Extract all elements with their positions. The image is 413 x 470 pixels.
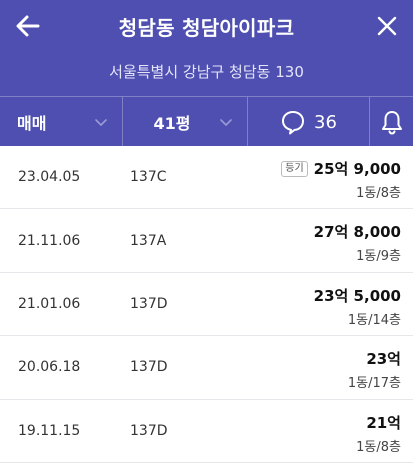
page-title: 청담동 청담아이파크 (118, 16, 295, 40)
building-floor: 1동/8층 (356, 186, 401, 201)
trade-date: 23.04.05 (18, 169, 81, 186)
chevron-down-icon (220, 119, 232, 126)
table-row[interactable]: 19.11.15 137D 21억 1동/8층 (0, 400, 413, 463)
trade-date: 21.01.06 (18, 295, 81, 312)
unit-type: 137C (130, 169, 167, 186)
price-block: 23억 1동/17층 (348, 348, 401, 391)
building-floor: 1동/9층 (356, 249, 401, 265)
table-row[interactable]: 21.11.06 137A 27억 8,000 1동/9층 (0, 209, 413, 273)
trade-price: 23억 5,000 (313, 286, 401, 305)
trade-type-select[interactable]: 매매 (0, 97, 123, 147)
trade-price: 23억 (366, 350, 401, 369)
trade-date: 21.11.06 (18, 232, 81, 249)
table-row[interactable]: 21.01.06 137D 23억 5,000 1동/14층 (0, 273, 413, 337)
building-floor: 1동/8층 (356, 439, 401, 455)
filter-bar: 매매 41평 36 (0, 96, 413, 147)
unit-type: 137D (130, 295, 168, 312)
trade-price: 25억 9,000 (313, 160, 401, 178)
trade-price: 21억 (366, 413, 401, 432)
speech-bubble-icon (282, 111, 305, 135)
comment-count: 36 (314, 111, 337, 133)
top-bar: 청담동 청담아이파크 (0, 0, 413, 52)
unit-type: 137D (130, 359, 168, 376)
trade-price: 27억 8,000 (313, 223, 401, 242)
price-block: 21억 1동/8층 (356, 412, 401, 455)
unit-type: 137A (130, 232, 167, 249)
notification-button[interactable] (370, 97, 413, 147)
table-row[interactable]: 23.04.05 137C 등기 25억 9,000 1동/8층 (0, 146, 413, 210)
registered-badge: 등기 (281, 160, 308, 177)
comments-button[interactable]: 36 (248, 97, 370, 147)
trade-type-label: 매매 (17, 114, 47, 133)
unit-type: 137D (130, 422, 168, 439)
price-block: 27억 8,000 1동/9층 (314, 221, 401, 264)
bell-icon (381, 111, 402, 135)
price-block: 23억 5,000 1동/14층 (314, 285, 401, 328)
header: 청담동 청담아이파크 서울특별시 강남구 청담동 130 매매 41평 36 (0, 0, 413, 147)
size-label: 41평 (153, 114, 191, 133)
table-row[interactable]: 20.06.18 137D 23억 1동/17층 (0, 336, 413, 400)
close-button[interactable] (369, 8, 405, 44)
address: 서울특별시 강남구 청담동 130 (109, 63, 304, 81)
size-select[interactable]: 41평 (123, 97, 248, 147)
building-floor: 1동/17층 (347, 376, 401, 392)
trade-date: 19.11.15 (18, 422, 81, 439)
close-icon (377, 16, 397, 36)
price-block: 등기 25억 9,000 1동/8층 (281, 158, 401, 201)
transaction-list: 23.04.05 137C 등기 25억 9,000 1동/8층 21.11.0… (0, 146, 413, 463)
building-floor: 1동/14층 (347, 312, 401, 328)
chevron-down-icon (95, 119, 107, 126)
trade-date: 20.06.18 (18, 359, 81, 376)
